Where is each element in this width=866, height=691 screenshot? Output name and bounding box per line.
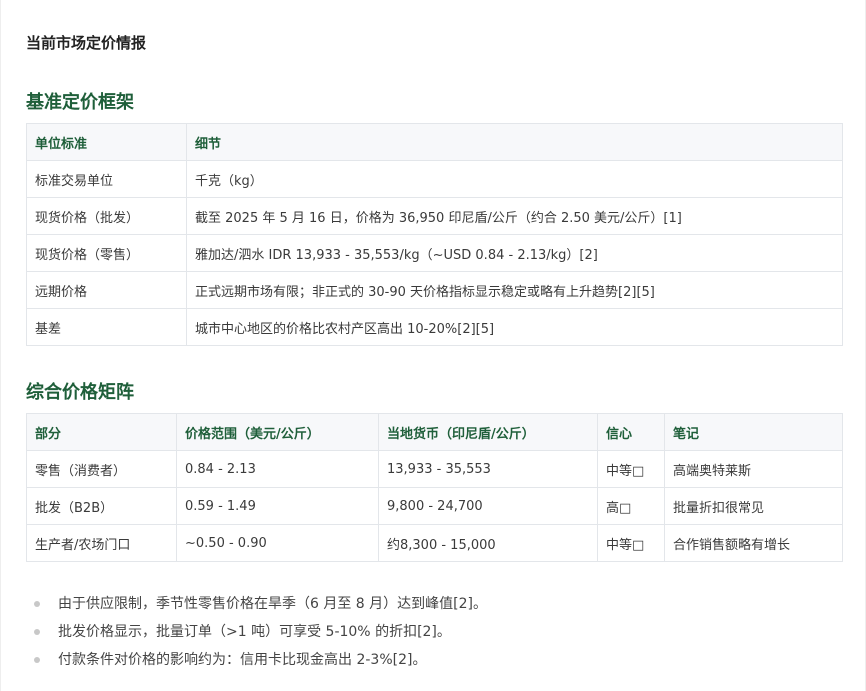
- list-item: 付款条件对价格的影响约为：信用卡比现金高出 2-3%[2]。: [26, 646, 487, 674]
- table-row: 现货价格（批发） 截至 2025 年 5 月 16 日，价格为 36,950 印…: [26, 197, 843, 235]
- table-row: 标准交易单位 千克（kg）: [26, 160, 843, 198]
- list-item-text: 付款条件对价格的影响约为：信用卡比现金高出 2-3%[2]。: [58, 652, 427, 668]
- table-cell: 约8,300 - 15,000: [378, 524, 598, 562]
- table-cell: 千克（kg）: [186, 160, 843, 198]
- column-header: 价格范围（美元/公斤）: [176, 413, 379, 451]
- table-cell: 0.84 - 2.13: [176, 450, 379, 488]
- table-header-row: 部分 价格范围（美元/公斤） 当地货币（印尼盾/公斤） 信心 笔记: [26, 413, 843, 451]
- table-cell: 批发（B2B）: [26, 487, 177, 525]
- page-title: 当前市场定价情报: [26, 34, 147, 52]
- price-matrix-table: 部分 价格范围（美元/公斤） 当地货币（印尼盾/公斤） 信心 笔记 零售（消费者…: [26, 413, 843, 562]
- table-cell: 基差: [26, 308, 187, 346]
- column-header: 信心: [597, 413, 665, 451]
- column-header: 部分: [26, 413, 177, 451]
- page-frame: 当前市场定价情报 基准定价框架 单位标准 细节 标准交易单位 千克（kg） 现货…: [0, 0, 866, 691]
- table-cell: 中等□: [597, 450, 665, 488]
- list-item: 批发价格显示，批量订单（>1 吨）可享受 5-10% 的折扣[2]。: [26, 618, 487, 646]
- table-cell: 现货价格（零售）: [26, 234, 187, 272]
- table-cell: 零售（消费者）: [26, 450, 177, 488]
- benchmark-pricing-table: 单位标准 细节 标准交易单位 千克（kg） 现货价格（批发） 截至 2025 年…: [26, 123, 843, 346]
- table-cell: 标准交易单位: [26, 160, 187, 198]
- table-cell: 中等□: [597, 524, 665, 562]
- list-item-text: 批发价格显示，批量订单（>1 吨）可享受 5-10% 的折扣[2]。: [58, 624, 451, 640]
- table-cell: 高端奥特莱斯: [664, 450, 843, 488]
- section-title-price-matrix: 综合价格矩阵: [26, 382, 134, 403]
- list-item-text: 由于供应限制，季节性零售价格在旱季（6 月至 8 月）达到峰值[2]。: [58, 596, 487, 612]
- table-cell: 9,800 - 24,700: [378, 487, 598, 525]
- bullet-dot-icon: [34, 657, 40, 663]
- table-cell: 生产者/农场门口: [26, 524, 177, 562]
- table-cell: 截至 2025 年 5 月 16 日，价格为 36,950 印尼盾/公斤（约合 …: [186, 197, 843, 235]
- table-cell: 雅加达/泗水 IDR 13,933 - 35,553/kg（~USD 0.84 …: [186, 234, 843, 272]
- table-row: 基差 城市中心地区的价格比农村产区高出 10-20%[2][5]: [26, 308, 843, 346]
- list-item: 由于供应限制，季节性零售价格在旱季（6 月至 8 月）达到峰值[2]。: [26, 590, 487, 618]
- table-cell: 合作销售额略有增长: [664, 524, 843, 562]
- table-cell: 批量折扣很常见: [664, 487, 843, 525]
- table-cell: 0.59 - 1.49: [176, 487, 379, 525]
- table-cell: 现货价格（批发）: [26, 197, 187, 235]
- table-cell: 远期价格: [26, 271, 187, 309]
- table-cell: 13,933 - 35,553: [378, 450, 598, 488]
- column-header: 单位标准: [26, 123, 187, 161]
- table-row: 现货价格（零售） 雅加达/泗水 IDR 13,933 - 35,553/kg（~…: [26, 234, 843, 272]
- table-cell: 正式远期市场有限；非正式的 30-90 天价格指标显示稳定或略有上升趋势[2][…: [186, 271, 843, 309]
- table-row: 批发（B2B） 0.59 - 1.49 9,800 - 24,700 高□ 批量…: [26, 487, 843, 525]
- bullet-dot-icon: [34, 629, 40, 635]
- column-header: 笔记: [664, 413, 843, 451]
- table-cell: ~0.50 - 0.90: [176, 524, 379, 562]
- table-row: 生产者/农场门口 ~0.50 - 0.90 约8,300 - 15,000 中等…: [26, 524, 843, 562]
- section-title-benchmark-pricing: 基准定价框架: [26, 92, 134, 113]
- notes-list: 由于供应限制，季节性零售价格在旱季（6 月至 8 月）达到峰值[2]。 批发价格…: [26, 590, 487, 674]
- bullet-dot-icon: [34, 601, 40, 607]
- table-cell: 高□: [597, 487, 665, 525]
- column-header: 当地货币（印尼盾/公斤）: [378, 413, 598, 451]
- table-row: 零售（消费者） 0.84 - 2.13 13,933 - 35,553 中等□ …: [26, 450, 843, 488]
- column-header: 细节: [186, 123, 843, 161]
- table-cell: 城市中心地区的价格比农村产区高出 10-20%[2][5]: [186, 308, 843, 346]
- table-row: 远期价格 正式远期市场有限；非正式的 30-90 天价格指标显示稳定或略有上升趋…: [26, 271, 843, 309]
- table-header-row: 单位标准 细节: [26, 123, 843, 161]
